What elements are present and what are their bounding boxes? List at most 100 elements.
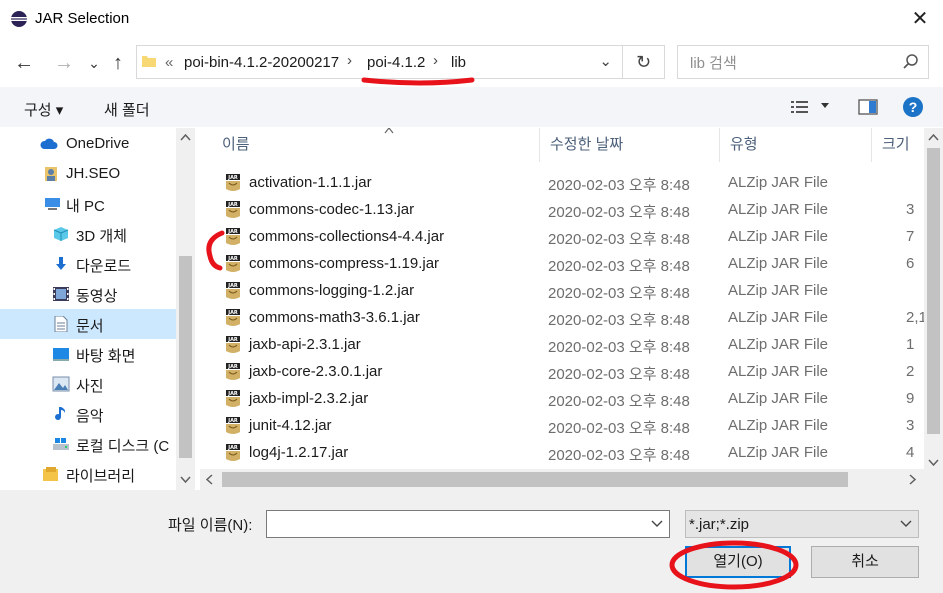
navigation-scrollbar-thumb[interactable] [179,256,192,458]
navigation-scrollbar[interactable] [176,128,195,490]
file-row[interactable]: JAR commons-logging-1.2.jar 2020-02-03 오후 … [200,277,920,304]
sidebar-item-desktop[interactable]: 바탕 화면 [0,339,176,369]
file-row[interactable]: JAR jaxb-core-2.3.0.1.jar 2020-02-03 오후 8:… [200,358,920,385]
close-button[interactable]: ✕ [907,6,933,32]
file-row[interactable]: JAR junit-4.12.jar 2020-02-03 오후 8:48 ALZip… [200,412,920,439]
search-input[interactable] [688,52,892,74]
navigation-pane: OneDrive JH.SEO 내 PC 3D 개체 다운로드 동영상 문서 바… [0,128,196,490]
file-row[interactable]: JAR jaxb-impl-2.3.2.jar 2020-02-03 오후 8:48… [200,385,920,412]
cancel-button[interactable]: 취소 [811,546,919,578]
sidebar-item-label: 라이브러리 [66,468,136,485]
filename-input[interactable] [271,515,645,535]
desktop-icon [53,348,69,361]
sidebar-item-downloads[interactable]: 다운로드 [0,249,176,279]
file-type-filter-value: *.jar;*.zip [689,516,750,533]
sidebar-item-label: 로컬 디스크 (C [76,438,170,455]
sidebar-item-onedrive[interactable]: OneDrive [0,129,176,159]
pictures-icon [52,376,70,392]
column-header-date[interactable]: 수정한 날짜 [540,128,720,162]
filename-label: 파일 이름(N): [168,517,253,534]
sidebar-item-videos[interactable]: 동영상 [0,279,176,309]
file-type-filter[interactable]: *.jar;*.zip [685,510,919,538]
scroll-left-icon[interactable] [206,474,214,485]
file-row[interactable]: JAR log4j-1.2.17.jar 2020-02-03 오후 8:48 ALZ… [200,439,920,466]
breadcrumb-lib[interactable]: lib [451,54,466,71]
sidebar-item-libraries[interactable]: 라이브러리 [0,459,176,489]
document-icon [54,316,68,332]
sidebar-item-pictures[interactable]: 사진 [0,369,176,399]
svg-text:JAR: JAR [227,364,238,370]
search-icon[interactable] [902,53,920,71]
search-box[interactable] [677,45,929,79]
scroll-down-icon[interactable] [180,475,191,483]
address-dropdown-icon[interactable]: ⌄ [599,52,612,70]
address-bar[interactable]: « poi-bin-4.1.2-20200217 › poi-4.1.2 › l… [136,45,623,79]
filename-combobox[interactable] [266,510,670,538]
view-details-icon[interactable] [790,98,810,116]
jar-file-icon: JAR [226,282,240,299]
preview-pane-icon[interactable] [858,98,878,116]
organize-button[interactable]: 구성 ▾ [24,99,63,120]
open-button[interactable]: 열기(O) [685,546,791,578]
breadcrumb-poi[interactable]: poi-4.1.2 [367,54,425,71]
file-list-vertical-scrollbar[interactable] [924,128,943,490]
file-row[interactable]: JAR commons-codec-1.13.jar 2020-02-03 오후 8… [200,196,920,223]
scroll-up-icon[interactable] [180,134,191,142]
breadcrumb-separator[interactable]: › [347,52,352,69]
scroll-right-icon[interactable] [908,474,916,485]
file-date: 2020-02-03 오후 8:48 [548,420,690,437]
sidebar-item-music[interactable]: 음악 [0,399,176,429]
window-title: JAR Selection [35,10,130,27]
breadcrumb-poi-bin[interactable]: poi-bin-4.1.2-20200217 [184,54,339,71]
svg-text:JAR: JAR [227,229,238,235]
sidebar-item-label: 사진 [76,378,104,395]
file-date: 2020-02-03 오후 8:48 [548,447,690,464]
jar-file-icon: JAR [226,390,240,407]
view-menu-chevron-icon[interactable] [820,102,830,110]
chevron-down-icon[interactable] [651,520,663,528]
svg-text:JAR: JAR [227,283,238,289]
file-date: 2020-02-03 오후 8:48 [548,393,690,410]
new-folder-button[interactable]: 새 폴더 [104,99,150,120]
sidebar-item-local-disk[interactable]: 로컬 디스크 (C [0,429,176,459]
file-size: 4 [906,444,915,461]
column-header-name[interactable]: 이름 [212,128,540,162]
file-name: jaxb-api-2.3.1.jar [249,336,361,353]
library-icon [43,467,58,481]
file-type: ALZip JAR File [728,255,829,272]
sidebar-item-3d-objects[interactable]: 3D 개체 [0,219,176,249]
back-button[interactable]: ← [12,50,36,76]
file-list-horizontal-scrollbar-thumb[interactable] [222,472,848,487]
svg-text:JAR: JAR [227,445,238,451]
file-type: ALZip JAR File [728,309,829,326]
file-row[interactable]: JAR commons-collections4-4.4.jar 2020-02-0… [200,223,920,250]
jar-file-icon: JAR [226,444,240,461]
sidebar-item-documents[interactable]: 문서 [0,309,176,339]
eclipse-icon [11,11,27,27]
file-list-horizontal-scrollbar[interactable] [200,469,924,490]
file-row[interactable]: JAR commons-compress-1.19.jar 2020-02-03 오… [200,250,920,277]
file-type: ALZip JAR File [728,336,829,353]
file-row[interactable]: JAR activation-1.1.1.jar 2020-02-03 오후 8:4… [200,169,920,196]
file-row[interactable]: JAR jaxb-api-2.3.1.jar 2020-02-03 오후 8:48 A… [200,331,920,358]
file-size: 7 [906,228,915,245]
up-folder-button[interactable]: ↑ [106,50,130,76]
scroll-up-icon[interactable] [928,134,939,142]
refresh-button[interactable]: ↻ [623,45,665,79]
breadcrumb-separator[interactable]: › [433,52,438,69]
folder-icon [142,56,156,67]
sidebar-item-my-pc[interactable]: 내 PC [0,189,176,219]
scroll-down-icon[interactable] [928,458,939,466]
recent-locations-button[interactable]: ⌄ [82,50,106,76]
file-list-vertical-scrollbar-thumb[interactable] [927,148,940,434]
sidebar-item-label: 내 PC [66,198,105,215]
column-header-type[interactable]: 유형 [720,128,872,162]
help-icon[interactable]: ? [903,97,923,117]
forward-button[interactable]: → [52,50,76,76]
file-row[interactable]: JAR commons-math3-3.6.1.jar 2020-02-03 오후 … [200,304,927,331]
chevron-down-icon[interactable] [900,520,912,528]
file-type: ALZip JAR File [728,201,829,218]
address-overflow[interactable]: « [165,54,173,71]
file-name: commons-math3-3.6.1.jar [249,309,420,326]
sidebar-item-jh-seo[interactable]: JH.SEO [0,159,176,189]
